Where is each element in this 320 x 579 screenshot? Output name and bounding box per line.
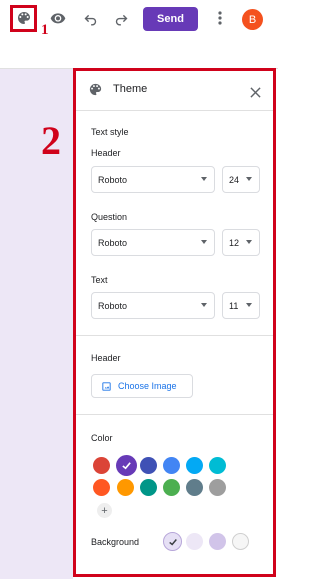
- question-style-label: Question: [91, 212, 128, 222]
- eye-icon[interactable]: [46, 6, 70, 30]
- text-size-value: 11: [229, 300, 239, 311]
- question-font-select[interactable]: Roboto: [91, 229, 215, 256]
- background-swatch-medium[interactable]: [209, 533, 226, 550]
- top-toolbar: 1 Send B: [0, 0, 278, 38]
- chevron-down-icon: [201, 177, 207, 181]
- text-style-title: Text style: [91, 127, 129, 137]
- palette-icon: [88, 82, 103, 102]
- color-swatch-indigo[interactable]: [140, 457, 157, 474]
- header-font-select[interactable]: Roboto: [91, 166, 215, 193]
- chevron-down-icon: [246, 303, 252, 307]
- color-swatch-green[interactable]: [163, 479, 180, 496]
- text-style-label: Text: [91, 275, 108, 285]
- check-icon: [122, 462, 131, 470]
- header-style-label: Header: [91, 148, 121, 158]
- color-swatch-teal[interactable]: [140, 479, 157, 496]
- question-size-value: 12: [229, 237, 240, 248]
- section-divider: [76, 335, 273, 336]
- image-icon: [101, 381, 112, 392]
- header-size-select[interactable]: 24: [222, 166, 260, 193]
- color-swatch-red[interactable]: [93, 457, 110, 474]
- text-size-select[interactable]: 11: [222, 292, 260, 319]
- panel-title: Theme: [113, 83, 148, 95]
- form-background: [0, 69, 73, 579]
- text-font-select[interactable]: Roboto: [91, 292, 215, 319]
- choose-image-button[interactable]: Choose Image: [91, 374, 193, 398]
- background-swatch-light[interactable]: [186, 533, 203, 550]
- color-swatch-grey[interactable]: [209, 479, 226, 496]
- question-font-value: Roboto: [98, 237, 128, 248]
- theme-panel: Theme Text style Header Roboto 24 Questi…: [73, 68, 276, 577]
- annotation-box-1: [10, 5, 37, 32]
- question-size-select[interactable]: 12: [222, 229, 260, 256]
- close-icon[interactable]: [250, 85, 261, 103]
- chevron-down-icon: [246, 240, 252, 244]
- text-font-value: Roboto: [98, 300, 128, 311]
- check-icon: [168, 538, 177, 546]
- background-label: Background: [91, 537, 140, 547]
- chevron-down-icon: [201, 303, 207, 307]
- color-swatch-light-blue[interactable]: [186, 457, 203, 474]
- header-image-label: Header: [91, 353, 121, 363]
- send-button[interactable]: Send: [143, 7, 198, 31]
- undo-icon[interactable]: [78, 6, 102, 30]
- color-swatch-blue[interactable]: [163, 457, 180, 474]
- background-swatch-grey[interactable]: [232, 533, 249, 550]
- choose-image-label: Choose Image: [118, 381, 177, 391]
- color-swatch-cyan[interactable]: [209, 457, 226, 474]
- color-swatch-orange[interactable]: [117, 479, 134, 496]
- chevron-down-icon: [246, 177, 252, 181]
- avatar[interactable]: B: [242, 9, 263, 30]
- header-size-value: 24: [229, 174, 240, 185]
- color-label: Color: [91, 433, 113, 443]
- header-font-value: Roboto: [98, 174, 128, 185]
- title-divider: [76, 110, 273, 111]
- more-vert-icon[interactable]: [208, 6, 232, 30]
- redo-icon[interactable]: [109, 6, 133, 30]
- color-swatch-deep-orange[interactable]: [93, 479, 110, 496]
- annotation-label-2: 2: [41, 118, 61, 163]
- background-swatch-selected[interactable]: [163, 532, 182, 551]
- section-divider: [76, 414, 273, 415]
- add-custom-color-button[interactable]: +: [97, 503, 112, 518]
- color-swatch-blue-grey[interactable]: [186, 479, 203, 496]
- chevron-down-icon: [201, 240, 207, 244]
- color-swatch-purple-selected[interactable]: [116, 455, 137, 476]
